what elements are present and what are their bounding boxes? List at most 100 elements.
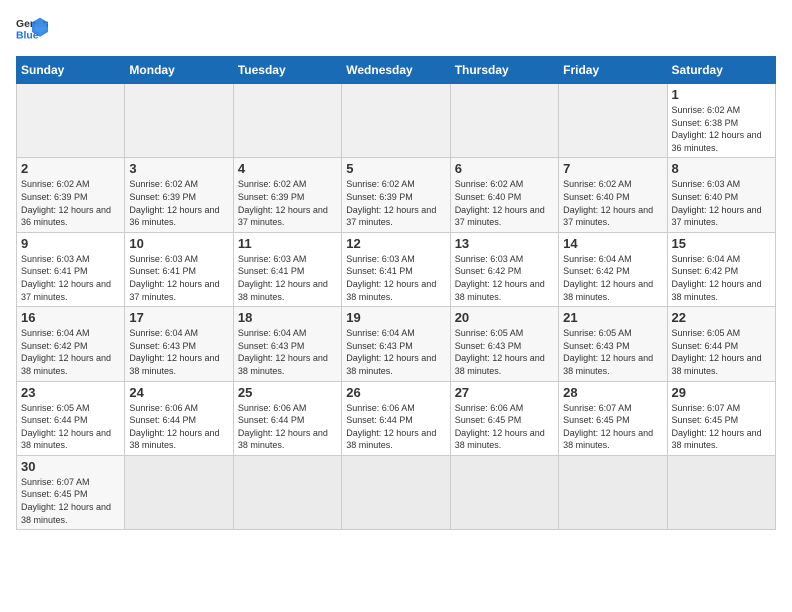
calendar-day-cell: 22Sunrise: 6:05 AMSunset: 6:44 PMDayligh… (667, 307, 775, 381)
day-info: Sunrise: 6:05 AMSunset: 6:43 PMDaylight:… (563, 327, 662, 377)
day-info: Sunrise: 6:03 AMSunset: 6:40 PMDaylight:… (672, 178, 771, 228)
calendar-day-cell: 19 Sunrise: 6:04 AMSunset: 6:43 PMDayligh… (342, 307, 450, 381)
calendar-day-cell: 1 Sunrise: 6:02 AMSunset: 6:38 PMDaylight… (667, 84, 775, 158)
calendar-day-cell: 29 Sunrise: 6:07 AMSunset: 6:45 PMDayligh… (667, 381, 775, 455)
day-number: 8 (672, 161, 771, 176)
day-number: 13 (455, 236, 554, 251)
calendar-day-cell: 20 Sunrise: 6:05 AMSunset: 6:43 PMDayligh… (450, 307, 558, 381)
calendar-day-cell: 25 Sunrise: 6:06 AMSunset: 6:44 PMDayligh… (233, 381, 341, 455)
day-number: 25 (238, 385, 337, 400)
day-number: 26 (346, 385, 445, 400)
page-header: General Blue (16, 16, 776, 44)
calendar-day-cell (559, 455, 667, 529)
day-info: Sunrise: 6:02 AMSunset: 6:38 PMDaylight:… (672, 104, 771, 154)
calendar-day-cell: 21 Sunrise: 6:05 AMSunset: 6:43 PMDayligh… (559, 307, 667, 381)
day-info: Sunrise: 6:03 AMSunset: 6:41 PMDaylight:… (129, 253, 228, 303)
calendar-week-row: 30 Sunrise: 6:07 AMSunset: 6:45 PMDayligh… (17, 455, 776, 529)
day-info: Sunrise: 6:05 AMSunset: 6:44 PMDaylight:… (21, 402, 120, 452)
day-number: 23 (21, 385, 120, 400)
calendar-day-cell: 9 Sunrise: 6:03 AMSunset: 6:41 PMDaylight… (17, 232, 125, 306)
day-info: Sunrise: 6:07 AMSunset: 6:45 PMDaylight:… (672, 402, 771, 452)
day-info: Sunrise: 6:03 AMSunset: 6:41 PMDaylight:… (21, 253, 120, 303)
calendar-day-cell: 10 Sunrise: 6:03 AMSunset: 6:41 PMDayligh… (125, 232, 233, 306)
day-number: 21 (563, 310, 662, 325)
day-number: 28 (563, 385, 662, 400)
calendar-week-row: 9 Sunrise: 6:03 AMSunset: 6:41 PMDaylight… (17, 232, 776, 306)
calendar-day-cell: 4 Sunrise: 6:02 AMSunset: 6:39 PMDaylight… (233, 158, 341, 232)
calendar-day-cell: 26 Sunrise: 6:06 AMSunset: 6:44 PMDayligh… (342, 381, 450, 455)
calendar-day-cell: 2 Sunrise: 6:02 AMSunset: 6:39 PMDaylight… (17, 158, 125, 232)
day-info: Sunrise: 6:03 AMSunset: 6:41 PMDaylight:… (346, 253, 445, 303)
calendar-day-cell: 17Sunrise: 6:04 AMSunset: 6:43 PMDayligh… (125, 307, 233, 381)
day-info: Sunrise: 6:02 AMSunset: 6:39 PMDaylight:… (129, 178, 228, 228)
calendar-day-cell: 28 Sunrise: 6:07 AMSunset: 6:45 PMDayligh… (559, 381, 667, 455)
calendar-day-cell: 27Sunrise: 6:06 AMSunset: 6:45 PMDayligh… (450, 381, 558, 455)
day-info: Sunrise: 6:03 AMSunset: 6:41 PMDaylight:… (238, 253, 337, 303)
calendar-day-cell: 15 Sunrise: 6:04 AMSunset: 6:42 PMDayligh… (667, 232, 775, 306)
calendar-table: SundayMondayTuesdayWednesdayThursdayFrid… (16, 56, 776, 530)
calendar-day-cell (17, 84, 125, 158)
day-info: Sunrise: 6:04 AMSunset: 6:42 PMDaylight:… (21, 327, 120, 377)
day-number: 11 (238, 236, 337, 251)
calendar-day-cell: 12 Sunrise: 6:03 AMSunset: 6:41 PMDayligh… (342, 232, 450, 306)
day-number: 19 (346, 310, 445, 325)
day-info: Sunrise: 6:07 AMSunset: 6:45 PMDaylight:… (21, 476, 120, 526)
day-info: Sunrise: 6:06 AMSunset: 6:44 PMDaylight:… (346, 402, 445, 452)
calendar-day-cell: 16Sunrise: 6:04 AMSunset: 6:42 PMDayligh… (17, 307, 125, 381)
day-info: Sunrise: 6:06 AMSunset: 6:45 PMDaylight:… (455, 402, 554, 452)
day-of-week-header: Tuesday (233, 57, 341, 84)
day-number: 7 (563, 161, 662, 176)
calendar-day-cell: 6Sunrise: 6:02 AMSunset: 6:40 PMDaylight… (450, 158, 558, 232)
day-info: Sunrise: 6:05 AMSunset: 6:44 PMDaylight:… (672, 327, 771, 377)
calendar-day-cell (342, 455, 450, 529)
day-of-week-header: Wednesday (342, 57, 450, 84)
calendar-day-cell: 7 Sunrise: 6:02 AMSunset: 6:40 PMDaylight… (559, 158, 667, 232)
calendar-day-cell (233, 455, 341, 529)
calendar-day-cell (450, 455, 558, 529)
calendar-day-cell (342, 84, 450, 158)
calendar-week-row: 2 Sunrise: 6:02 AMSunset: 6:39 PMDaylight… (17, 158, 776, 232)
day-number: 2 (21, 161, 120, 176)
day-number: 1 (672, 87, 771, 102)
day-info: Sunrise: 6:06 AMSunset: 6:44 PMDaylight:… (238, 402, 337, 452)
calendar-week-row: 23 Sunrise: 6:05 AMSunset: 6:44 PMDayligh… (17, 381, 776, 455)
calendar-day-cell: 14 Sunrise: 6:04 AMSunset: 6:42 PMDayligh… (559, 232, 667, 306)
day-number: 9 (21, 236, 120, 251)
day-number: 17 (129, 310, 228, 325)
day-number: 6 (455, 161, 554, 176)
calendar-day-cell (559, 84, 667, 158)
day-number: 14 (563, 236, 662, 251)
day-number: 15 (672, 236, 771, 251)
calendar-day-cell: 24Sunrise: 6:06 AMSunset: 6:44 PMDayligh… (125, 381, 233, 455)
day-number: 30 (21, 459, 120, 474)
calendar-header-row: SundayMondayTuesdayWednesdayThursdayFrid… (17, 57, 776, 84)
calendar-day-cell: 13 Sunrise: 6:03 AMSunset: 6:42 PMDayligh… (450, 232, 558, 306)
day-number: 3 (129, 161, 228, 176)
day-info: Sunrise: 6:07 AMSunset: 6:45 PMDaylight:… (563, 402, 662, 452)
calendar-day-cell: 8 Sunrise: 6:03 AMSunset: 6:40 PMDaylight… (667, 158, 775, 232)
day-info: Sunrise: 6:04 AMSunset: 6:42 PMDaylight:… (563, 253, 662, 303)
day-number: 20 (455, 310, 554, 325)
calendar-week-row: 16Sunrise: 6:04 AMSunset: 6:42 PMDayligh… (17, 307, 776, 381)
day-number: 29 (672, 385, 771, 400)
logo-icon: General Blue (16, 16, 48, 44)
day-info: Sunrise: 6:03 AMSunset: 6:42 PMDaylight:… (455, 253, 554, 303)
day-number: 10 (129, 236, 228, 251)
day-number: 4 (238, 161, 337, 176)
calendar-day-cell: 5Sunrise: 6:02 AMSunset: 6:39 PMDaylight… (342, 158, 450, 232)
day-number: 12 (346, 236, 445, 251)
day-info: Sunrise: 6:04 AMSunset: 6:43 PMDaylight:… (346, 327, 445, 377)
day-info: Sunrise: 6:04 AMSunset: 6:42 PMDaylight:… (672, 253, 771, 303)
calendar-day-cell: 30 Sunrise: 6:07 AMSunset: 6:45 PMDayligh… (17, 455, 125, 529)
day-number: 5 (346, 161, 445, 176)
calendar-day-cell (125, 455, 233, 529)
day-info: Sunrise: 6:02 AMSunset: 6:39 PMDaylight:… (238, 178, 337, 228)
day-info: Sunrise: 6:05 AMSunset: 6:43 PMDaylight:… (455, 327, 554, 377)
day-of-week-header: Saturday (667, 57, 775, 84)
day-info: Sunrise: 6:02 AMSunset: 6:40 PMDaylight:… (563, 178, 662, 228)
calendar-day-cell (667, 455, 775, 529)
day-info: Sunrise: 6:02 AMSunset: 6:39 PMDaylight:… (21, 178, 120, 228)
calendar-day-cell (233, 84, 341, 158)
day-number: 18 (238, 310, 337, 325)
day-number: 24 (129, 385, 228, 400)
